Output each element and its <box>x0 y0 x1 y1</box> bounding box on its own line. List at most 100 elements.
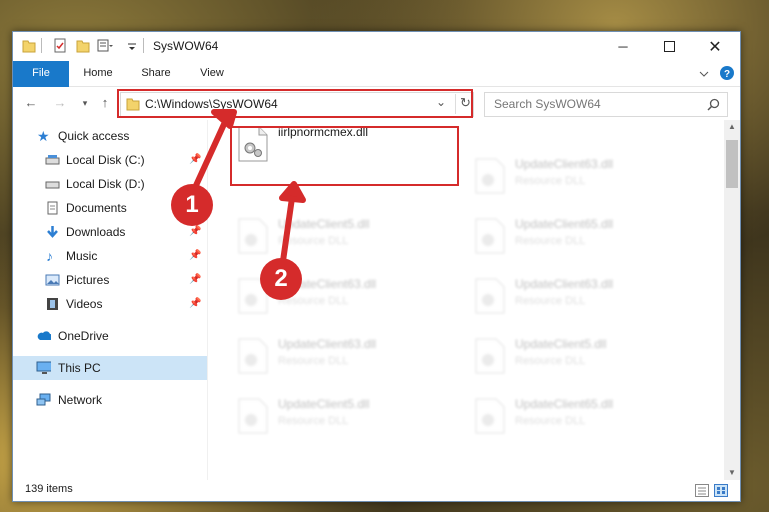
pin-icon[interactable]: 📌 <box>189 148 201 172</box>
sidebar-item-label: Pictures <box>66 273 110 287</box>
sidebar-item-network[interactable]: Network <box>13 388 207 412</box>
drive-icon <box>45 181 60 189</box>
pin-icon[interactable]: 📌 <box>189 244 201 268</box>
file-type: Resource DLL <box>515 175 586 187</box>
sidebar-item-label: Documents <box>66 201 127 215</box>
large-icons-view-icon[interactable] <box>714 484 728 497</box>
drive-icon <box>45 155 60 165</box>
step-2-badge: 2 <box>260 258 302 300</box>
dll-file-icon <box>238 338 268 374</box>
search-box[interactable]: Search SysWOW64 <box>484 92 728 117</box>
file-type: Resource DLL <box>278 355 349 367</box>
pin-icon[interactable]: 📌 <box>189 292 201 316</box>
search-input[interactable]: Search SysWOW64 <box>494 97 601 111</box>
sidebar-item-downloads[interactable]: Downloads 📌 <box>13 220 207 244</box>
file-type: Resource DLL <box>515 415 586 427</box>
help-icon[interactable]: ? <box>720 66 734 80</box>
maximize-button[interactable] <box>646 32 692 61</box>
chevron-down-icon: ▾ <box>82 98 88 108</box>
file-item[interactable]: UpdateClient5.dll Resource DLL <box>470 334 700 384</box>
file-name: UpdateClient5.dll <box>278 217 370 231</box>
up-button[interactable]: ↑ <box>96 95 114 111</box>
sidebar-item-label: Music <box>66 249 98 263</box>
title-divider <box>143 38 144 53</box>
file-item[interactable]: UpdateClient63.dll Resource DLL <box>470 274 700 324</box>
folder-icon[interactable] <box>22 38 36 54</box>
sidebar-item-label: Local Disk (D:) <box>66 177 145 191</box>
file-item[interactable]: UpdateClient63.dll Resource DLL <box>470 154 700 204</box>
scroll-down-icon[interactable]: ▼ <box>728 468 736 477</box>
minimize-button[interactable]: ─ <box>600 32 646 61</box>
file-type: Resource DLL <box>278 235 349 247</box>
pin-icon[interactable]: 📌 <box>189 268 201 292</box>
file-item[interactable]: UpdateClient63.dll Resource DLL <box>233 334 463 384</box>
monitor-icon <box>36 361 51 374</box>
toolbar-divider <box>41 38 42 53</box>
up-arrow-icon: ↑ <box>101 95 109 110</box>
file-highlight <box>230 126 459 186</box>
scroll-up-icon[interactable]: ▲ <box>728 122 736 131</box>
svg-text:?: ? <box>724 69 730 80</box>
new-folder-icon[interactable] <box>76 38 90 54</box>
back-button[interactable]: ← <box>22 95 40 111</box>
properties-icon[interactable] <box>53 38 67 54</box>
window-title: SysWOW64 <box>153 39 219 53</box>
tab-share[interactable]: Share <box>135 61 177 86</box>
maximize-icon <box>663 41 675 52</box>
vertical-scrollbar[interactable]: ▲ ▼ <box>724 120 740 480</box>
sidebar-item-label: Downloads <box>66 225 126 239</box>
sidebar-item-pictures[interactable]: Pictures 📌 <box>13 268 207 292</box>
sidebar-item-label: Local Disk (C:) <box>66 153 145 167</box>
dll-file-icon <box>475 338 505 374</box>
tab-view[interactable]: View <box>191 61 233 86</box>
dll-file-icon <box>238 398 268 434</box>
step-1-badge: 1 <box>171 184 213 226</box>
file-item[interactable]: UpdateClient65.dll Resource DLL <box>470 394 700 444</box>
sidebar-item-this-pc[interactable]: This PC <box>13 356 207 380</box>
download-arrow-icon <box>47 226 58 238</box>
customize-icon[interactable] <box>97 38 113 54</box>
details-view-icon[interactable] <box>695 484 709 497</box>
file-name: UpdateClient63.dll <box>278 337 377 351</box>
close-button[interactable]: ✕ <box>692 32 738 61</box>
music-note-icon: ♪ <box>46 248 53 264</box>
file-name: UpdateClient65.dll <box>515 397 614 411</box>
back-arrow-icon: ← <box>24 95 38 110</box>
sidebar-item-onedrive[interactable]: OneDrive <box>13 324 207 348</box>
sidebar-item-videos[interactable]: Videos 📌 <box>13 292 207 316</box>
navigation-pane: ★ Quick access Local Disk (C:) 📌 Local D… <box>13 120 207 480</box>
dll-file-icon <box>238 218 268 254</box>
sidebar-item-label: Network <box>58 393 103 407</box>
dll-file-icon <box>475 218 505 254</box>
item-count: 139 items <box>25 483 73 495</box>
file-item[interactable]: UpdateClient5.dll Resource DLL <box>233 214 463 264</box>
file-type: Resource DLL <box>515 235 586 247</box>
status-bar: 139 items <box>13 480 740 501</box>
title-bar: SysWOW64 ─ ✕ <box>13 32 740 61</box>
network-icon <box>36 393 51 406</box>
dll-file-icon <box>475 278 505 314</box>
file-item[interactable]: UpdateClient5.dll Resource DLL <box>233 394 463 444</box>
file-type: Resource DLL <box>515 355 586 367</box>
sidebar-item-label: Videos <box>66 297 103 311</box>
tab-home[interactable]: Home <box>77 61 119 86</box>
forward-button[interactable]: → <box>51 95 69 111</box>
file-type: Resource DLL <box>278 415 349 427</box>
ribbon-tabs: File Home Share View ? <box>13 61 740 111</box>
scrollbar-thumb[interactable] <box>726 140 738 188</box>
file-name: UpdateClient63.dll <box>515 277 614 291</box>
search-icon[interactable] <box>707 98 720 111</box>
pictures-icon <box>45 274 60 286</box>
file-item[interactable]: UpdateClient65.dll Resource DLL <box>470 214 700 264</box>
sidebar-item-music[interactable]: ♪ Music 📌 <box>13 244 207 268</box>
minimize-icon: ─ <box>618 39 628 54</box>
sidebar-item-local-disk-c[interactable]: Local Disk (C:) 📌 <box>13 148 207 172</box>
sidebar-item-quick-access[interactable]: ★ Quick access <box>13 124 207 148</box>
expand-ribbon-icon[interactable] <box>699 69 709 79</box>
forward-arrow-icon: → <box>53 95 67 110</box>
file-name: UpdateClient63.dll <box>515 157 614 171</box>
recent-locations-button[interactable]: ▾ <box>76 95 94 111</box>
sidebar-item-label: Quick access <box>58 129 130 143</box>
sidebar-item-label: This PC <box>58 361 101 375</box>
chevron-down-icon[interactable] <box>127 38 137 54</box>
